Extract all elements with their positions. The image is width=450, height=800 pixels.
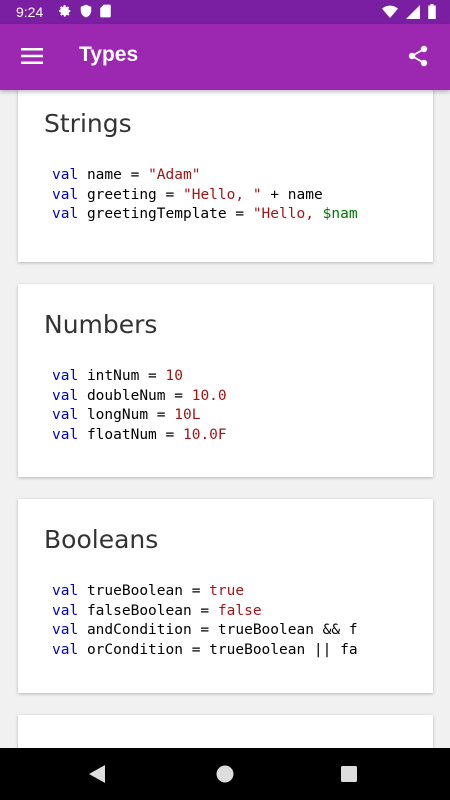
code-line: val greetingTemplate = "Hello, $nam [52,205,358,225]
code-identifier: trueBoolean [86,583,183,599]
code-template-variable: $nam [322,206,358,222]
navigation-bar [0,748,450,800]
code-line: val intNum = 10 [52,367,227,387]
code-line: val orCondition = trueBoolean || fa [52,641,358,661]
code-number-literal: 10 [165,368,183,384]
code-line: val falseBoolean = false [52,602,358,622]
code-operator: = [121,167,149,183]
card-partial [18,715,433,748]
code-identifier: doubleNum [86,387,166,404]
code-operator: = [148,407,175,423]
app-bar: Types [0,24,450,90]
code-number-literal: 10.0F [182,426,227,443]
code-line: val trueBoolean = true [52,582,358,602]
code-number-literal: 10.0 [191,387,227,404]
code-literal: "Hello, " [182,186,262,203]
code-keyword: val [52,387,79,404]
card-title: Numbers [44,310,158,339]
status-bar: 9:24 [0,0,450,24]
wifi-icon [382,5,398,18]
code-identifier: name [86,167,122,183]
code-keyword: val [52,186,79,203]
code-operator: = [226,206,253,222]
code-operator: = [139,368,166,384]
code-keyword: val [52,407,79,423]
code-identifier: falseBoolean [86,602,192,619]
code-keyword: val [52,641,79,658]
code-operator: = [156,186,183,203]
code-line: val greeting = "Hello, " + name [52,186,358,206]
sd-card-icon [100,4,111,18]
shield-icon [80,4,92,18]
code-line: val floatNum = 10.0F [52,426,227,446]
code-keyword: val [52,206,79,222]
code-expression: + name [261,186,323,203]
code-operator: = [191,602,218,619]
code-identifier: intNum [86,368,140,384]
share-icon [408,45,428,67]
code-line: val doubleNum = 10.0 [52,387,227,407]
code-line: val longNum = 10L [52,406,227,426]
code-keyword: val [52,602,79,619]
signal-icon [406,4,420,19]
code-identifier: longNum [86,407,149,423]
code-keyword: val [52,368,79,384]
code-operator: = [191,622,218,638]
hamburger-icon [21,48,43,64]
code-literal: "Adam" [148,167,201,183]
recents-square-icon[interactable] [340,765,358,783]
code-expression: trueBoolean && f [217,622,358,638]
code-line: val andCondition = trueBoolean && f [52,621,358,641]
code-identifier: greeting [86,186,157,203]
menu-button[interactable] [12,36,52,76]
battery-icon [428,4,436,19]
code-operator: = [182,583,210,599]
share-button[interactable] [398,36,438,76]
code-operator: = [182,641,210,658]
code-identifier: andCondition [86,622,192,638]
code-identifier: floatNum [86,426,157,443]
gear-icon [59,5,71,17]
code-keyword: val [52,622,79,638]
card-title: Strings [44,109,132,138]
code-keyword: val [52,426,79,443]
status-icons-right [382,4,436,19]
code-expression: trueBoolean || fa [209,641,358,658]
status-time: 9:24 [16,4,44,20]
card-strings: Strings val name = "Adam" val greeting = … [18,90,433,262]
code-literal: true [209,583,245,599]
code-number-literal: 10L [174,407,201,423]
card-title: Booleans [44,525,159,554]
code-block: val name = "Adam" val greeting = "Hello, … [52,166,358,225]
card-booleans: Booleans val trueBoolean = true val false… [18,499,433,693]
code-identifier: orCondition [86,641,183,658]
code-keyword: val [52,167,79,183]
code-literal: false [217,602,262,619]
card-numbers: Numbers val intNum = 10 val doubleNum = 1… [18,284,433,477]
content-scroll[interactable]: Strings val name = "Adam" val greeting = … [0,90,450,748]
code-operator: = [165,387,192,404]
code-keyword: val [52,583,79,599]
code-identifier: greetingTemplate [86,206,227,222]
code-line: val name = "Adam" [52,166,358,186]
home-circle-icon[interactable] [215,764,235,784]
status-icons-left [58,4,111,18]
code-block: val trueBoolean = true val falseBoolean =… [52,582,358,660]
code-literal: "Hello, [252,206,323,222]
back-triangle-icon[interactable] [88,764,106,784]
page-title: Types [79,43,139,66]
code-operator: = [156,426,183,443]
code-block: val intNum = 10 val doubleNum = 10.0 val l… [52,367,227,445]
